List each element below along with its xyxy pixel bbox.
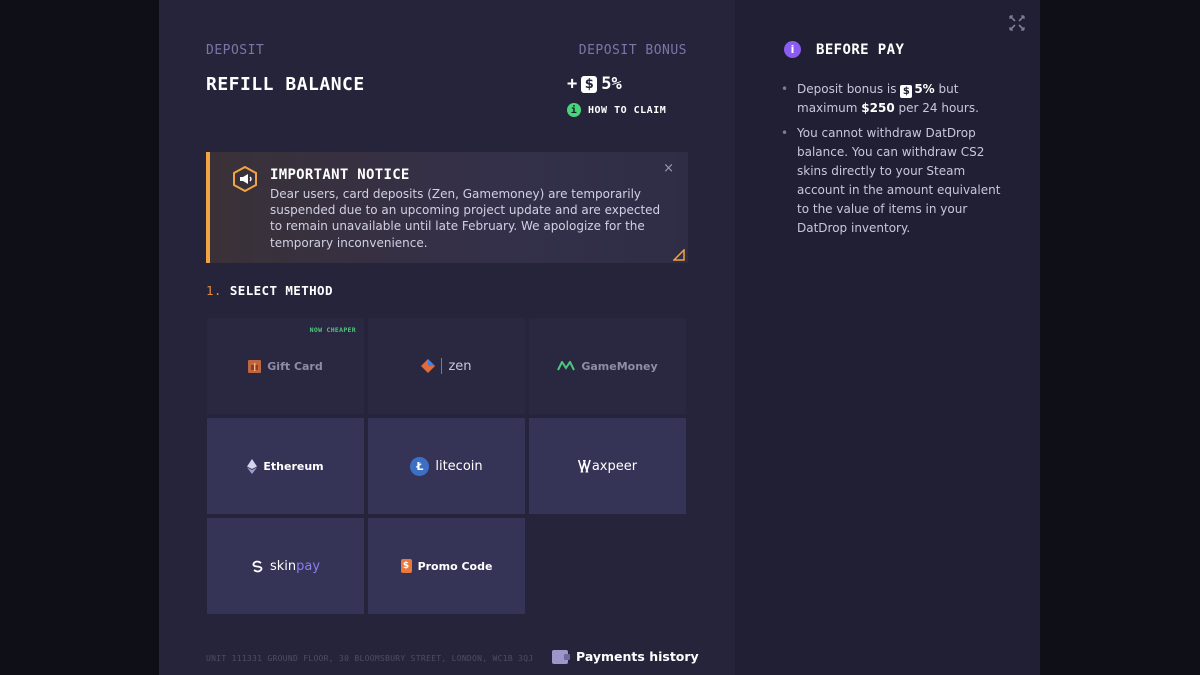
before-pay-title: BEFORE PAY <box>816 41 905 58</box>
deposit-modal: DEPOSIT REFILL BALANCE DEPOSIT BONUS + $… <box>159 0 1040 675</box>
corner-triangle-icon <box>673 249 685 261</box>
payment-methods-grid: NOW CHEAPER Gift Card zen GameMoney Ethe… <box>207 318 688 614</box>
method-skinpay[interactable]: skinpay <box>207 518 364 614</box>
method-waxpeer[interactable]: \/\/ axpeer <box>529 418 686 514</box>
skinpay-part-a: skin <box>269 558 297 574</box>
coin-icon: $ <box>900 85 913 98</box>
ethereum-icon <box>247 458 258 474</box>
skinpay-icon <box>252 560 263 572</box>
method-ethereum[interactable]: Ethereum <box>207 418 364 514</box>
deposit-panel: DEPOSIT REFILL BALANCE DEPOSIT BONUS + $… <box>159 0 735 675</box>
litecoin-icon: Ł <box>410 456 430 476</box>
method-gamemoney[interactable]: GameMoney <box>529 318 686 414</box>
rule-bonus: Deposit bonus is $5% but maximum $250 pe… <box>781 80 1011 118</box>
deposit-bonus-label: DEPOSIT BONUS <box>578 43 687 58</box>
method-label: skinpay <box>270 559 320 574</box>
promo-code-icon: $ <box>400 559 412 573</box>
payments-history-link[interactable]: Payments history <box>552 649 699 664</box>
before-pay-panel: i BEFORE PAY Deposit bonus is $5% but ma… <box>735 0 1040 675</box>
rule-withdraw: You cannot withdraw DatDrop balance. You… <box>781 124 1011 238</box>
bonus-prefix: + <box>567 74 578 94</box>
gift-card-icon <box>248 359 262 373</box>
info-icon: i <box>567 103 581 117</box>
rule-text: Deposit bonus is <box>797 82 901 96</box>
notice-title: IMPORTANT NOTICE <box>270 167 410 183</box>
method-label: zen <box>448 358 472 374</box>
rule-max-value: $250 <box>861 101 895 115</box>
deposit-label: DEPOSIT <box>206 43 265 58</box>
how-to-claim-label: HOW TO CLAIM <box>588 104 667 116</box>
payments-history-label: Payments history <box>576 649 699 664</box>
before-pay-rules: Deposit bonus is $5% but maximum $250 pe… <box>781 80 1011 244</box>
method-label: Gift Card <box>267 359 323 373</box>
close-icon[interactable] <box>1006 12 1028 34</box>
bonus-percent: 5% <box>601 74 622 94</box>
method-litecoin[interactable]: Ł litecoin <box>368 418 525 514</box>
important-notice: IMPORTANT NOTICE Dear users, card deposi… <box>206 152 688 263</box>
divider <box>441 358 443 374</box>
notice-text: Dear users, card deposits (Zen, Gamemone… <box>270 187 661 250</box>
method-promo-code[interactable]: $ Promo Code <box>368 518 525 614</box>
method-label: axpeer <box>591 458 638 474</box>
coin-icon: $ <box>581 75 598 93</box>
megaphone-icon <box>233 166 257 192</box>
company-address: UNIT 111331 GROUND FLOOR, 30 BLOOMSBURY … <box>206 654 534 663</box>
gamemoney-icon <box>557 361 576 371</box>
page-title: REFILL BALANCE <box>206 74 365 95</box>
waxpeer-logo-icon: \/\/ <box>577 457 591 475</box>
now-cheaper-badge: NOW CHEAPER <box>309 326 356 334</box>
method-label: Ethereum <box>263 459 324 473</box>
method-label: Promo Code <box>417 559 493 573</box>
method-gift-card[interactable]: NOW CHEAPER Gift Card <box>207 318 364 414</box>
method-label: GameMoney <box>581 359 658 373</box>
zen-logo-icon <box>421 359 436 373</box>
how-to-claim-link[interactable]: i HOW TO CLAIM <box>567 103 666 117</box>
step-title: SELECT METHOD <box>229 283 333 298</box>
deposit-bonus-value: + $ 5% <box>567 74 622 94</box>
skinpay-part-b: pay <box>296 558 321 574</box>
close-notice-button[interactable]: × <box>663 161 674 176</box>
method-label: litecoin <box>435 458 483 474</box>
method-zen[interactable]: zen <box>368 318 525 414</box>
rule-text: per 24 hours. <box>894 101 979 115</box>
step-number: 1. <box>206 283 222 298</box>
info-icon: i <box>784 41 801 58</box>
select-method-heading: 1. SELECT METHOD <box>206 283 333 298</box>
before-pay-header: i BEFORE PAY <box>784 41 904 58</box>
wallet-icon <box>552 649 570 664</box>
rule-bonus-value: 5% <box>914 82 935 96</box>
